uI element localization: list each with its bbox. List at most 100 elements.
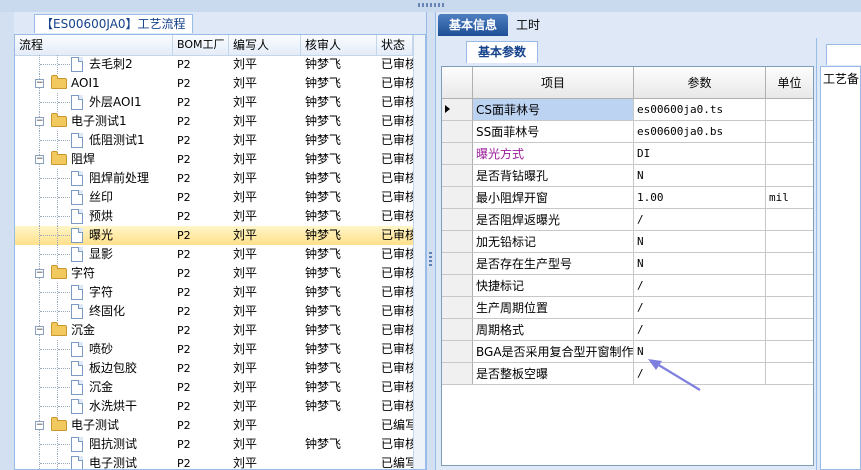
col-writer[interactable]: 编写人 [229,35,301,55]
param-row[interactable]: SS面菲林号 es00600ja0.bs [442,121,813,143]
param-value[interactable]: / [634,297,766,319]
status: 已审核 [381,57,413,71]
tree-folder-row[interactable]: − 电子测试1 P2 刘平 钟梦飞 已审核 [15,112,413,131]
tree-folder-row[interactable]: − 字符 P2 刘平 钟梦飞 已审核 [15,264,413,283]
tree-row[interactable]: 沉金 P2 刘平 钟梦飞 已审核 [15,378,413,397]
process-notes-tab[interactable] [826,44,861,65]
collapse-icon[interactable]: − [35,326,44,335]
process-flow-tab[interactable]: 【ES00600JA0】工艺流程 [34,14,193,33]
param-row[interactable]: 最小阻焊开窗 1.00 mil [442,187,813,209]
param-row[interactable]: 是否整板空曝 / [442,363,813,385]
param-row[interactable]: CS面菲林号 es00600ja0.ts [442,99,813,121]
collapse-icon[interactable]: − [35,117,44,126]
row-indicator[interactable] [442,253,473,275]
splitter-grip[interactable] [429,252,432,266]
param-item: 快捷标记 [473,275,634,297]
tree-row[interactable]: 阻抗测试 P2 刘平 钟梦飞 已审核 [15,435,413,454]
param-row[interactable]: BGA是否采用复合型开窗制作 N [442,341,813,363]
tab-basic-params[interactable]: 基本参数 [466,41,538,63]
param-value[interactable]: 1.00 [634,187,766,209]
row-indicator[interactable] [442,143,473,165]
param-row[interactable]: 周期格式 / [442,319,813,341]
param-row[interactable]: 是否阻焊返曝光 / [442,209,813,231]
row-indicator[interactable] [442,363,473,385]
param-value[interactable]: es00600ja0.ts [634,99,766,121]
param-value[interactable]: / [634,319,766,341]
row-indicator[interactable] [442,275,473,297]
param-row[interactable]: 曝光方式 DI [442,143,813,165]
top-splitter-grip[interactable] [418,3,444,7]
tree-row[interactable]: 预烘 P2 刘平 钟梦飞 已审核 [15,207,413,226]
row-indicator[interactable] [442,231,473,253]
param-row[interactable]: 是否背钻曝孔 N [442,165,813,187]
vertical-splitter[interactable] [426,12,436,470]
tree-row[interactable]: 电子测试 P2 刘平 已编写 [15,454,413,469]
bom-factory: P2 [177,286,191,299]
col-reviewer[interactable]: 核审人 [301,35,377,55]
tree-row[interactable]: 显影 P2 刘平 钟梦飞 已审核 [15,245,413,264]
param-unit [766,231,813,253]
tree-line [58,368,70,370]
param-value[interactable]: / [634,209,766,231]
collapse-icon[interactable]: − [35,269,44,278]
tree-row[interactable]: 去毛刺2 P2 刘平 钟梦飞 已审核 [15,55,413,74]
param-value[interactable]: N [634,165,766,187]
col-item[interactable]: 项目 [473,67,634,99]
process-name: 电子测试1 [71,114,127,128]
tree-row[interactable]: 板边包胶 P2 刘平 钟梦飞 已审核 [15,359,413,378]
row-indicator[interactable] [442,341,473,363]
param-value[interactable]: es00600ja0.bs [634,121,766,143]
param-value[interactable]: DI [634,143,766,165]
tree-row[interactable]: 阻焊前处理 P2 刘平 钟梦飞 已审核 [15,169,413,188]
document-icon [71,361,83,376]
row-indicator[interactable] [442,99,473,121]
tree-row[interactable]: 字符 P2 刘平 钟梦飞 已审核 [15,283,413,302]
tree-vertical-scrollbar[interactable] [413,35,425,469]
status: 已审核 [381,133,413,147]
bom-factory: P2 [177,343,191,356]
status: 已审核 [381,361,413,375]
tree-row[interactable]: 丝印 P2 刘平 钟梦飞 已审核 [15,188,413,207]
row-indicator[interactable] [442,187,473,209]
tree-folder-row[interactable]: − 电子测试 P2 刘平 已编写 [15,416,413,435]
collapse-icon[interactable]: − [35,421,44,430]
collapse-icon[interactable]: − [35,79,44,88]
tab-basic-info[interactable]: 基本信息 [438,14,508,36]
param-value[interactable]: N [634,253,766,275]
param-value[interactable]: N [634,231,766,253]
row-indicator[interactable] [442,209,473,231]
col-status[interactable]: 状态 [377,35,413,55]
tree-row[interactable]: 终固化 P2 刘平 钟梦飞 已审核 [15,302,413,321]
param-row[interactable]: 快捷标记 / [442,275,813,297]
param-row[interactable]: 是否存在生产型号 N [442,253,813,275]
col-param[interactable]: 参数 [634,67,766,99]
row-indicator[interactable] [442,165,473,187]
tree-row[interactable]: 水洗烘干 P2 刘平 钟梦飞 已审核 [15,397,413,416]
left-collapse-strip[interactable] [0,12,15,470]
tree-folder-row[interactable]: − 沉金 P2 刘平 钟梦飞 已审核 [15,321,413,340]
param-row[interactable]: 加无铅标记 N [442,231,813,253]
tab-work-hours[interactable]: 工时 [510,14,546,36]
tree-row[interactable]: 喷砂 P2 刘平 钟梦飞 已审核 [15,340,413,359]
tree-row[interactable]: 外层AOI1 P2 刘平 钟梦飞 已审核 [15,93,413,112]
param-row[interactable]: 生产周期位置 / [442,297,813,319]
collapse-icon[interactable]: − [35,155,44,164]
param-value[interactable]: / [634,275,766,297]
bom-factory: P2 [177,210,191,223]
col-unit[interactable]: 单位 [766,67,813,99]
tree-row[interactable]: 曝光 P2 刘平 钟梦飞 已审核 [15,226,413,245]
row-indicator[interactable] [442,297,473,319]
row-indicator[interactable] [442,121,473,143]
param-unit [766,275,813,297]
writer: 刘平 [233,342,258,356]
writer: 刘平 [233,228,258,242]
tree-line [58,387,70,389]
row-indicator[interactable] [442,319,473,341]
tree-row[interactable]: 低阻测试1 P2 刘平 钟梦飞 已审核 [15,131,413,150]
tree-folder-row[interactable]: − 阻焊 P2 刘平 钟梦飞 已审核 [15,150,413,169]
col-bom-factory[interactable]: BOM工厂 [173,35,229,55]
process-name: AOI1 [71,76,100,90]
col-process[interactable]: 流程 [15,35,173,55]
tree-folder-row[interactable]: − AOI1 P2 刘平 钟梦飞 已审核 [15,74,413,93]
tree-line [40,197,56,199]
